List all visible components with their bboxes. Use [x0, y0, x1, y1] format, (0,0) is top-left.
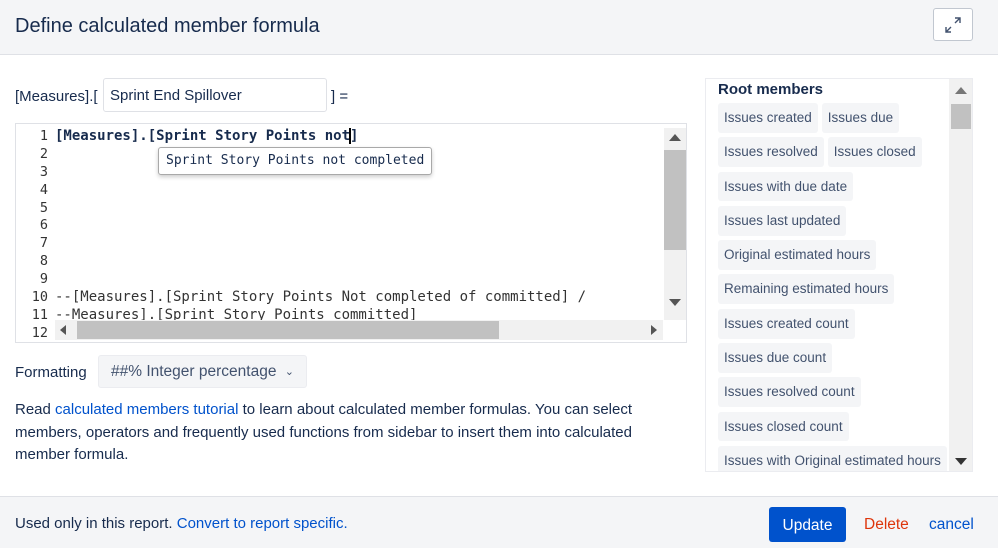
update-button[interactable]: Update: [769, 507, 846, 542]
member-chip[interactable]: Issues resolved count: [718, 377, 861, 408]
member-chip-row: Issues with Original estimated hours: [718, 445, 948, 471]
dialog-footer: Used only in this report. Convert to rep…: [0, 496, 998, 548]
cancel-button[interactable]: cancel: [929, 516, 974, 534]
dialog-title: Define calculated member formula: [15, 15, 320, 37]
member-chip-row: Issues with due date: [718, 171, 948, 202]
scroll-down-icon[interactable]: [955, 458, 967, 465]
member-chip[interactable]: Issues closed: [827, 137, 922, 168]
expand-arrows-icon: [945, 16, 961, 33]
formatting-select[interactable]: ##% Integer percentage ⌄: [98, 355, 307, 388]
member-name-row: [Measures].[ ] =: [15, 78, 375, 112]
formula-editor[interactable]: 1 2 3 4 5 6 7 8 9 10 11 12 [Measures].[Sprint Story…: [15, 123, 687, 343]
formatting-label: Formatting: [15, 364, 87, 381]
member-chip-row: Original estimated hours: [718, 240, 948, 270]
line-number: 10: [31, 289, 48, 306]
member-name-input[interactable]: [103, 78, 327, 112]
line-number: 6: [39, 217, 48, 234]
scrollbar-thumb[interactable]: [664, 150, 686, 250]
formatting-selected-value: ##% Integer percentage: [111, 363, 277, 380]
member-chip-row: Issues created count: [718, 308, 948, 339]
line-number: 3: [39, 163, 48, 180]
code-line[interactable]: --[Measures].[Sprint Story Points Not co…: [55, 289, 663, 307]
sidebar-scrollbar[interactable]: [949, 79, 972, 471]
member-chip[interactable]: Remaining estimated hours: [718, 274, 895, 305]
code-line[interactable]: [55, 271, 663, 289]
sidebar-heading: Root members: [718, 81, 824, 98]
member-chip-row: Issues closed count: [718, 411, 948, 442]
member-chip-row: Issues resolved count: [718, 377, 948, 408]
code-line-text: ]: [350, 128, 359, 144]
chevron-down-icon: ⌄: [284, 366, 294, 378]
member-chip[interactable]: Issues created: [718, 103, 818, 133]
code-line[interactable]: [55, 253, 663, 271]
scroll-left-icon[interactable]: [60, 325, 66, 335]
report-note: Used only in this report. Convert to rep…: [15, 515, 348, 532]
line-number: 12: [31, 324, 48, 341]
dialog-header: Define calculated member formula: [0, 0, 998, 55]
calculated-member-dialog: Define calculated member formula [Measur…: [0, 0, 998, 548]
scrollbar-thumb[interactable]: [77, 321, 499, 339]
code-line[interactable]: [55, 200, 663, 218]
member-chip-row: Remaining estimated hours: [718, 274, 948, 305]
expand-button[interactable]: [933, 8, 973, 41]
member-chip[interactable]: Issues due count: [718, 343, 833, 373]
editor-horizontal-scrollbar[interactable]: [55, 320, 663, 340]
autocomplete-suggestion[interactable]: Sprint Story Points not completed: [158, 147, 433, 175]
line-number-gutter: 1 2 3 4 5 6 7 8 9 10 11 12: [16, 128, 48, 342]
help-text: Read calculated members tutorial to lear…: [15, 399, 680, 467]
member-chip-row: Issues resolved Issues closed: [718, 137, 948, 168]
member-chip-row: Issues due count: [718, 343, 948, 373]
line-number: 11: [31, 306, 48, 323]
member-chip[interactable]: Issues with Original estimated hours: [718, 445, 947, 471]
editor-vertical-scrollbar[interactable]: [664, 128, 686, 320]
delete-button[interactable]: Delete: [864, 516, 909, 534]
line-number: 7: [39, 235, 48, 252]
line-number: 5: [39, 199, 48, 216]
root-members-sidebar: Root members Issues created Issues due Iss…: [705, 78, 973, 472]
code-line-text: [Measures].[Sprint Story Points not: [55, 128, 351, 144]
line-number: 1: [39, 128, 48, 144]
code-line[interactable]: [55, 235, 663, 253]
member-chip[interactable]: Issues last updated: [718, 205, 847, 236]
member-chip[interactable]: Issues closed count: [718, 411, 849, 442]
name-prefix: [Measures].[: [15, 88, 98, 105]
code-line[interactable]: [Measures].[Sprint Story Points not]: [55, 128, 663, 146]
report-note-text: Used only in this report.: [15, 515, 177, 532]
line-number: 9: [39, 271, 48, 288]
member-chip[interactable]: Issues created count: [718, 308, 855, 339]
code-line[interactable]: [55, 217, 663, 235]
name-suffix: ] =: [331, 88, 349, 105]
member-chip[interactable]: Issues due: [821, 103, 900, 133]
member-chip-row: Issues created Issues due: [718, 103, 948, 133]
tutorial-link[interactable]: calculated members tutorial: [55, 401, 238, 418]
member-chip[interactable]: Issues with due date: [718, 171, 854, 202]
scrollbar-thumb[interactable]: [951, 104, 971, 129]
member-chip[interactable]: Issues resolved: [718, 137, 824, 168]
scroll-up-icon[interactable]: [955, 87, 967, 94]
code-line[interactable]: [55, 182, 663, 200]
help-text-before: Read: [15, 401, 56, 418]
line-number: 8: [39, 253, 48, 270]
member-chip-row: Issues last updated: [718, 205, 948, 236]
code-line[interactable]: --Measures].[Sprint Story Points committ…: [55, 307, 663, 320]
line-number: 2: [39, 145, 48, 162]
convert-report-link[interactable]: Convert to report specific.: [177, 515, 348, 532]
member-chip[interactable]: Original estimated hours: [718, 240, 877, 270]
scroll-up-icon[interactable]: [669, 134, 681, 141]
member-chip-list: Issues created Issues due Issues resolved I…: [718, 103, 948, 471]
line-number: 4: [39, 181, 48, 198]
scroll-right-icon[interactable]: [651, 325, 657, 335]
scroll-down-icon[interactable]: [669, 299, 681, 306]
